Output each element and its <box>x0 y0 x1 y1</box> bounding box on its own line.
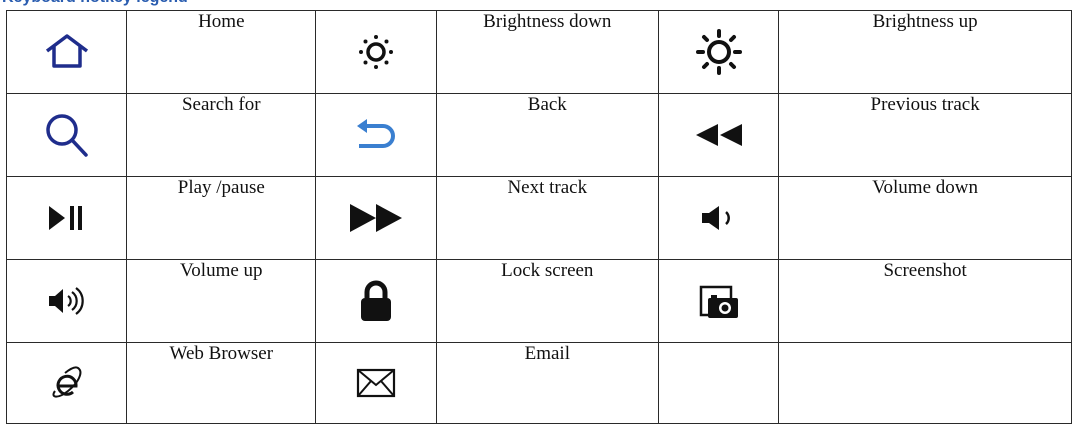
brightness-up-icon <box>695 29 742 75</box>
screenshot-icon <box>699 285 738 318</box>
play-pause-cell <box>5 176 128 260</box>
play-pause-icon <box>48 206 82 230</box>
back-cell <box>315 93 437 177</box>
table-row: Search for Back Previous track <box>5 93 1072 177</box>
volume-down-cell <box>657 176 780 260</box>
email-icon <box>356 368 396 398</box>
email-cell <box>315 342 437 424</box>
home-icon <box>45 34 88 68</box>
table-row: Volume up Lock screen Screenshot <box>5 259 1072 343</box>
web-browser-icon <box>52 366 81 398</box>
table-cell-label: Volume up <box>126 259 317 343</box>
home-cell <box>5 10 128 94</box>
table-row: Play /pause Next track Volume down <box>5 176 1072 260</box>
table-cell-label: Next track <box>435 176 660 260</box>
screenshot-cell <box>657 259 780 343</box>
table-cell-label: Screenshot <box>778 259 1072 343</box>
brightness-up-cell <box>657 10 780 94</box>
table-row: Web Browser Email <box>5 342 1072 424</box>
volume-down-icon <box>701 206 730 230</box>
table-cell-label: Search for <box>126 93 317 177</box>
page-heading: Keyboard hotkey legend <box>2 0 188 9</box>
table-cell-label: Volume down <box>778 176 1072 260</box>
search-cell <box>5 93 128 177</box>
table-cell-label <box>778 342 1072 424</box>
table-cell-label: Email <box>435 342 660 424</box>
table-cell-label: Previous track <box>778 93 1072 177</box>
table-cell-label: Brightness down <box>435 10 660 94</box>
table-cell-label: Back <box>435 93 660 177</box>
table-cell-label: Web Browser <box>126 342 317 424</box>
lock-screen-cell <box>315 259 437 343</box>
table-cell-label: Play /pause <box>126 176 317 260</box>
next-track-icon <box>349 204 402 232</box>
brightness-down-icon <box>358 35 393 69</box>
hotkey-table: Home Brightness down Brightness up Searc… <box>5 10 1072 424</box>
volume-up-icon <box>48 287 84 315</box>
next-track-cell <box>315 176 437 260</box>
back-icon <box>356 119 395 148</box>
previous-track-icon <box>695 124 742 146</box>
empty-cell <box>657 342 780 424</box>
brightness-down-cell <box>315 10 437 94</box>
web-browser-cell <box>5 342 128 424</box>
volume-up-cell <box>5 259 128 343</box>
search-icon <box>45 114 88 157</box>
table-row: Home Brightness down Brightness up <box>5 10 1072 94</box>
table-cell-label: Brightness up <box>778 10 1072 94</box>
table-cell-label: Home <box>126 10 317 94</box>
previous-track-cell <box>657 93 780 177</box>
table-cell-label: Lock screen <box>435 259 660 343</box>
lock-icon <box>360 280 391 321</box>
